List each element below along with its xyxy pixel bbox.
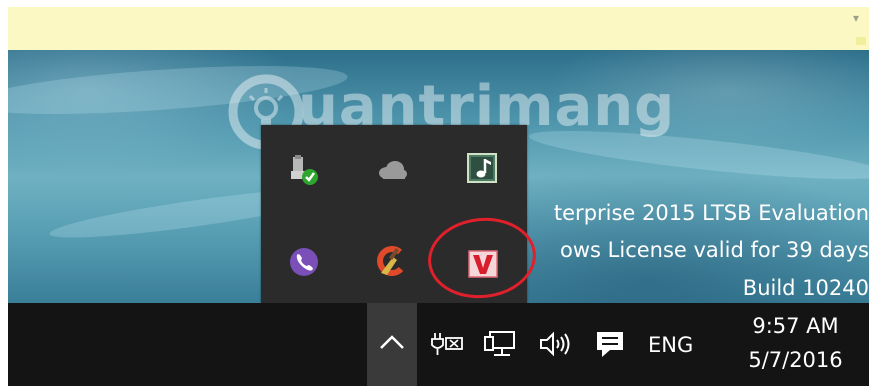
volume-icon[interactable]: [538, 329, 574, 364]
expand-arrow-icon[interactable]: ▾: [847, 9, 865, 27]
clock-time: 9:57 AM: [752, 314, 839, 338]
license-line-2: ows License valid for 39 days: [560, 238, 869, 262]
power-battery-icon[interactable]: [429, 329, 465, 364]
clock-date: 5/7/2016: [748, 348, 843, 372]
show-hidden-icons-button[interactable]: [367, 303, 417, 386]
ccleaner-icon[interactable]: [373, 243, 407, 277]
notification-bar: ▾: [8, 7, 869, 50]
safely-remove-hardware-icon[interactable]: [287, 153, 321, 187]
clock[interactable]: 9:57 AM 5/7/2016: [738, 309, 853, 377]
taskbar: ENG 9:57 AM 5/7/2016: [8, 303, 869, 386]
license-line-1: terprise 2015 LTSB Evaluation: [553, 201, 869, 225]
viber-icon[interactable]: [287, 245, 321, 279]
input-language-indicator[interactable]: ENG: [648, 333, 693, 357]
screen: ▾ uantrimang terprise 2015 LTSB Evaluati…: [8, 7, 869, 386]
action-center-icon[interactable]: [594, 329, 626, 364]
license-line-3: Build 10240: [742, 276, 869, 300]
music-player-icon[interactable]: [465, 151, 499, 185]
network-icon[interactable]: [484, 329, 518, 364]
chevron-up-icon: [380, 335, 404, 349]
notification-bar-scroll-marker: [856, 37, 866, 45]
onedrive-icon[interactable]: [375, 153, 409, 187]
